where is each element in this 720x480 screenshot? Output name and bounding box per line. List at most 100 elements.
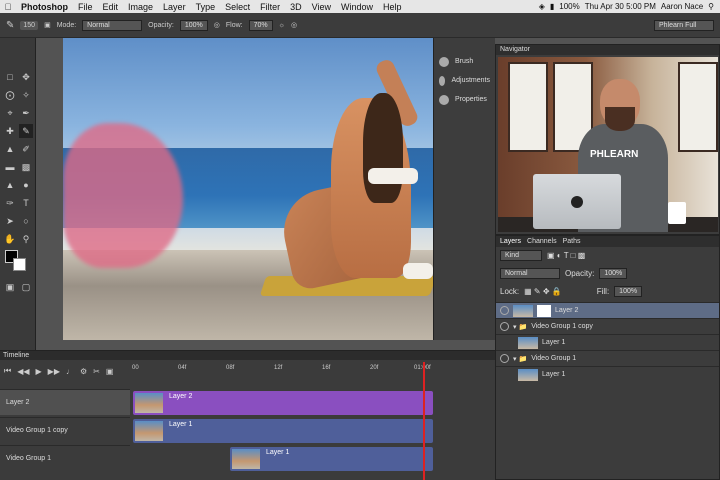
pressure-opacity-icon[interactable]: ◎ xyxy=(214,21,220,29)
next-frame-icon[interactable]: ▶▶ xyxy=(48,367,60,376)
navigator-tab[interactable]: Navigator xyxy=(496,45,719,55)
layer-filter-kind[interactable]: Kind xyxy=(500,250,542,261)
hand-tool-icon[interactable]: ✋ xyxy=(3,232,17,246)
shape-tool-icon[interactable]: ○ xyxy=(19,214,33,228)
timeline-track[interactable]: Video Group 1 copy xyxy=(0,417,130,443)
crop-tool-icon[interactable]: ⌖ xyxy=(3,106,17,120)
user-name[interactable]: Aaron Nace xyxy=(661,2,703,11)
tab-channels[interactable]: Channels xyxy=(527,236,557,247)
menu-type[interactable]: Type xyxy=(191,2,221,12)
timeline-clip[interactable]: Layer 2 xyxy=(133,391,433,415)
menu-edit[interactable]: Edit xyxy=(98,2,124,12)
tab-paths[interactable]: Paths xyxy=(563,236,581,247)
timeline-tab[interactable]: Timeline xyxy=(0,351,495,360)
screen-mode-icon[interactable]: ▢ xyxy=(19,280,33,294)
panel-properties[interactable]: Properties xyxy=(434,90,495,109)
workspace-select[interactable]: Phlearn Full xyxy=(654,19,714,31)
track-label[interactable]: Video Group 1 copy xyxy=(6,427,68,434)
layer-row[interactable]: Layer 1 xyxy=(496,334,719,350)
visibility-eye-icon[interactable] xyxy=(500,322,509,331)
lasso-tool-icon[interactable]: ⨀ xyxy=(3,88,17,102)
pen-tool-icon[interactable]: ✑ xyxy=(3,196,17,210)
quick-mask-icon[interactable]: ▣ xyxy=(3,280,17,294)
menu-help[interactable]: Help xyxy=(378,2,407,12)
layer-mask-thumbnail[interactable] xyxy=(537,304,551,317)
layer-name[interactable]: Video Group 1 copy xyxy=(531,323,593,330)
first-frame-icon[interactable]: ⏮ xyxy=(4,366,11,376)
timeline-track[interactable]: Video Group 1 xyxy=(0,445,130,471)
apple-icon[interactable]:  xyxy=(0,2,16,12)
zoom-tool-icon[interactable]: ⚲ xyxy=(19,232,33,246)
play-icon[interactable]: ▶ xyxy=(36,367,42,376)
brush-tool-icon[interactable]: ✎ xyxy=(6,20,14,31)
path-select-icon[interactable]: ➤ xyxy=(3,214,17,228)
healing-icon[interactable]: ✚ xyxy=(3,124,17,138)
airbrush-icon[interactable]: ☼ xyxy=(279,22,285,29)
playhead[interactable] xyxy=(423,362,425,480)
split-icon[interactable]: ✂ xyxy=(93,367,100,376)
audio-icon[interactable]: ♩ xyxy=(66,367,74,376)
mode-select[interactable]: Normal xyxy=(82,19,143,31)
opacity-input[interactable]: 100% xyxy=(179,19,208,31)
clock[interactable]: Thu Apr 30 5:00 PM xyxy=(585,2,656,11)
blur-tool-icon[interactable]: ▲ xyxy=(3,178,17,192)
fill-input[interactable]: 100% xyxy=(614,286,643,297)
tab-layers[interactable]: Layers xyxy=(500,236,521,247)
layer-group-row[interactable]: ▾ 📁 Video Group 1 xyxy=(496,350,719,366)
track-label[interactable]: Video Group 1 xyxy=(6,455,51,462)
brush-tool-icon[interactable]: ✎ xyxy=(19,124,33,138)
wifi-icon[interactable]: ◈ xyxy=(539,2,545,11)
stamp-tool-icon[interactable]: ▲ xyxy=(3,142,17,156)
visibility-eye-icon[interactable] xyxy=(500,354,509,363)
layer-name[interactable]: Layer 1 xyxy=(542,339,565,346)
layer-opacity-input[interactable]: 100% xyxy=(599,268,628,279)
timeline-ruler[interactable]: 00 04f 08f 12f 16f 20f 01:00f xyxy=(132,363,432,379)
document-canvas[interactable] xyxy=(63,38,433,340)
brush-panel-icon[interactable]: ▣ xyxy=(44,21,51,29)
filter-icons[interactable]: ▣ ◐ T □ ▩ xyxy=(547,251,585,260)
pressure-size-icon[interactable]: ◎ xyxy=(291,21,297,29)
menu-view[interactable]: View xyxy=(307,2,336,12)
menu-file[interactable]: File xyxy=(73,2,98,12)
battery-icon[interactable]: ▮ xyxy=(550,2,554,11)
search-icon[interactable]: ⚲ xyxy=(708,2,714,11)
settings-icon[interactable]: ⚙ xyxy=(80,367,87,376)
layer-row[interactable]: Layer 1 xyxy=(496,366,719,382)
layer-row[interactable]: Layer 2 xyxy=(496,302,719,318)
eyedropper-icon[interactable]: ✒ xyxy=(19,106,33,120)
layer-name[interactable]: Video Group 1 xyxy=(531,355,576,362)
history-brush-icon[interactable]: ✐ xyxy=(19,142,33,156)
track-label[interactable]: Layer 2 xyxy=(6,399,29,406)
blend-mode-select[interactable]: Normal xyxy=(500,268,560,279)
folder-icon[interactable]: ▾ 📁 xyxy=(513,355,527,363)
menu-app[interactable]: Photoshop xyxy=(16,2,73,12)
menu-image[interactable]: Image xyxy=(123,2,158,12)
menu-layer[interactable]: Layer xyxy=(158,2,191,12)
dodge-tool-icon[interactable]: ● xyxy=(19,178,33,192)
transition-icon[interactable]: ▣ xyxy=(106,367,114,376)
panel-brush[interactable]: Brush xyxy=(434,52,495,71)
layer-group-row[interactable]: ▾ 📁 Video Group 1 copy xyxy=(496,318,719,334)
background-color-swatch[interactable] xyxy=(13,258,26,271)
marquee-tool-icon[interactable]: □ xyxy=(3,70,17,84)
brush-size[interactable]: 150 xyxy=(20,20,39,30)
timeline-clip[interactable]: Layer 1 xyxy=(133,419,433,443)
gradient-icon[interactable]: ▩ xyxy=(19,160,33,174)
folder-icon[interactable]: ▾ 📁 xyxy=(513,323,527,331)
layer-name[interactable]: Layer 2 xyxy=(555,307,578,314)
layer-name[interactable]: Layer 1 xyxy=(542,371,565,378)
timeline-track[interactable]: Layer 2 xyxy=(0,389,130,415)
visibility-eye-icon[interactable] xyxy=(500,306,509,315)
panel-adjustments[interactable]: Adjustments xyxy=(434,71,495,90)
type-tool-icon[interactable]: T xyxy=(19,196,33,210)
quick-select-icon[interactable]: ✧ xyxy=(19,88,33,102)
prev-frame-icon[interactable]: ◀◀ xyxy=(17,367,29,376)
menu-3d[interactable]: 3D xyxy=(285,2,307,12)
move-tool-icon[interactable]: ✥ xyxy=(19,70,33,84)
menu-window[interactable]: Window xyxy=(336,2,378,12)
lock-icons[interactable]: ▦ ✎ ✥ 🔒 xyxy=(524,287,562,296)
timeline-clip[interactable]: Layer 1 xyxy=(230,447,433,471)
eraser-icon[interactable]: ▬ xyxy=(3,160,17,174)
flow-input[interactable]: 70% xyxy=(248,19,273,31)
menu-select[interactable]: Select xyxy=(220,2,255,12)
